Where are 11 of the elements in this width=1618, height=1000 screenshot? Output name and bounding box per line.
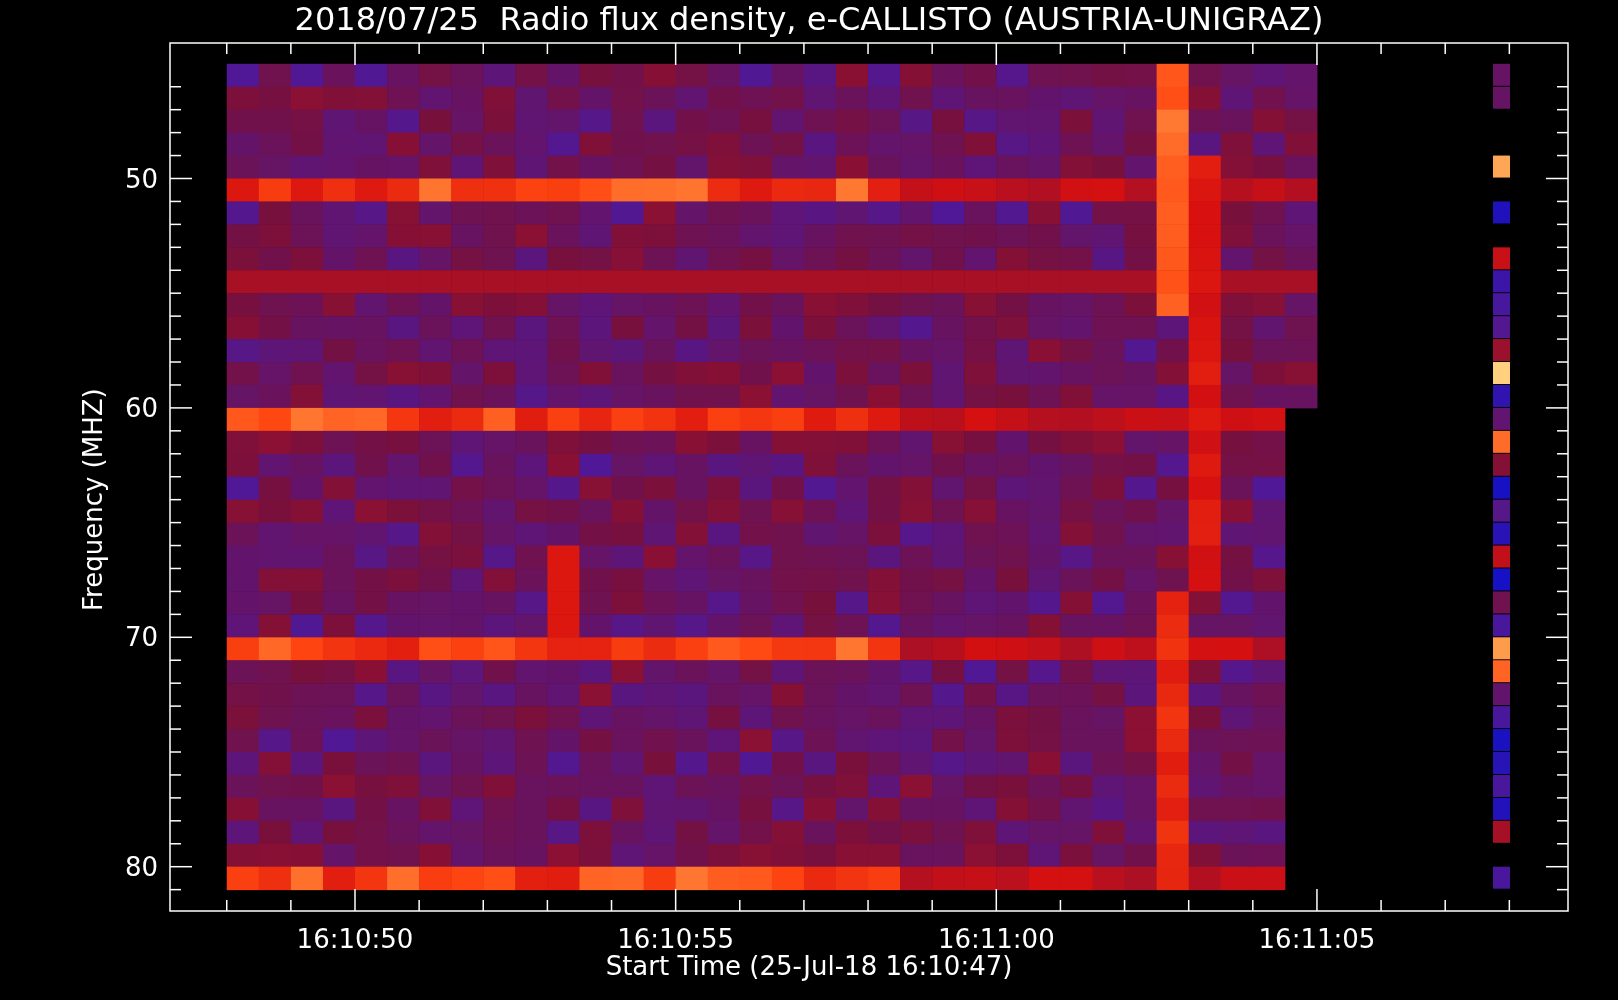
x-tick-label: 16:10:50 — [296, 924, 414, 954]
y-tick-label: 80 — [124, 851, 158, 882]
y-axis-label: Frequency (MHZ) — [78, 388, 108, 611]
x-axis-label: Start Time (25-Jul-18 16:10:47) — [605, 951, 1013, 981]
plot-title: 2018/07/25 Radio flux density, e-CALLISTO (AUSTRIA-UNIGRAZ) — [294, 0, 1324, 38]
y-tick-label: 70 — [124, 622, 158, 653]
x-tick-label: 16:11:00 — [937, 924, 1055, 954]
x-tick-label: 16:11:05 — [1258, 924, 1376, 954]
y-tick-label: 50 — [124, 163, 158, 194]
y-tick-label: 60 — [124, 392, 158, 423]
x-tick-label: 16:10:55 — [617, 924, 735, 954]
